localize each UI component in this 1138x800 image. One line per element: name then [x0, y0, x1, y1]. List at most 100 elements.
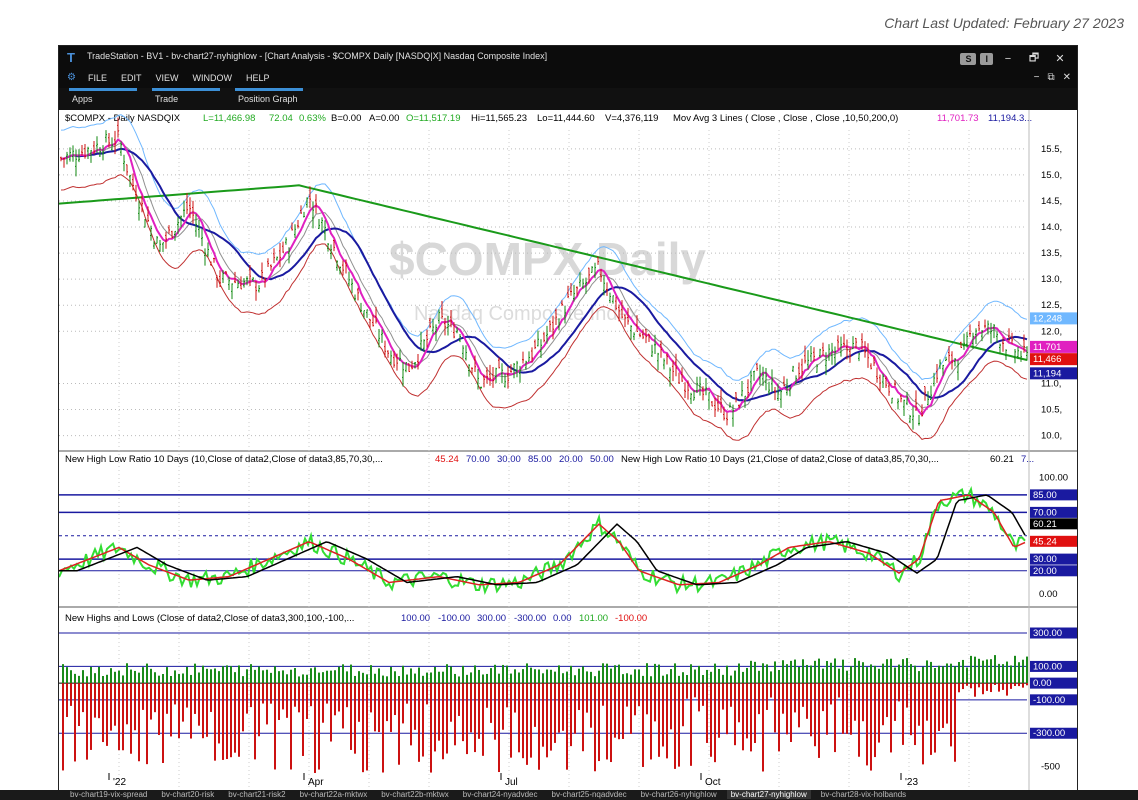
- workspace-tab[interactable]: bv-chart22a-mktwx: [296, 790, 372, 799]
- x-axis-label: '23: [905, 777, 918, 788]
- close-button[interactable]: ✕: [1049, 52, 1071, 65]
- quickbar-trade-label: Trade: [155, 94, 179, 104]
- inner-minimize-button[interactable]: −: [1034, 72, 1040, 83]
- price-tick-label: 11.0,: [1041, 378, 1061, 389]
- nhl-flag-label: -100.00: [1033, 695, 1065, 706]
- price-tick-label: 10.0,: [1041, 431, 1062, 442]
- s-dropdown-button[interactable]: S: [960, 52, 977, 65]
- nhl-ratio-21-title: New High Low Ratio 10 Days (21,Close of …: [621, 454, 939, 465]
- nhl-flag-label: 100.00: [1033, 661, 1062, 672]
- bid: B=0.00: [331, 113, 361, 124]
- chart-menu-icon[interactable]: ⚙: [67, 72, 76, 83]
- nhl-value-4: -300.00: [514, 613, 546, 624]
- chart-last-updated: Chart Last Updated: February 27 2023: [884, 15, 1124, 31]
- workspace-tab[interactable]: bv-chart21-risk2: [224, 790, 289, 799]
- price-tick-label: 15.5,: [1041, 144, 1062, 155]
- nhl-ratio-flag-label: 45.24: [1033, 536, 1057, 547]
- quickbar-apps[interactable]: Apps: [69, 88, 137, 104]
- price-tick-label: 12.5,: [1041, 300, 1062, 311]
- nhl-ratio-flag-label: 70.00: [1033, 507, 1057, 518]
- menu-help[interactable]: HELP: [246, 73, 270, 83]
- nhl-ratio-fast-line: [59, 486, 1026, 596]
- workspace-tab[interactable]: bv-chart28-vix-holbands: [817, 790, 910, 799]
- window-title: TradeStation - BV1 - bv-chart27-nyhighlo…: [87, 51, 548, 61]
- low-price: Lo=11,444.60: [537, 113, 595, 124]
- nhl-ratio-flag-label: 85.00: [1033, 490, 1057, 501]
- price-tick-label: 13.5,: [1041, 248, 1062, 259]
- menu-view[interactable]: VIEW: [156, 73, 179, 83]
- nhl-value-7: -100.00: [615, 613, 647, 624]
- workspace-tab[interactable]: bv-chart25-nqadvdec: [548, 790, 631, 799]
- quickbar-position-graph-label: Position Graph: [238, 94, 298, 104]
- nhl-ratio-21-line: [59, 494, 1026, 586]
- title-bar: T TradeStation - BV1 - bv-chart27-nyhigh…: [59, 46, 1077, 68]
- nhl-ratio-value-8: 7...: [1021, 454, 1034, 465]
- nhl-ratio-value-4: 85.00: [528, 454, 552, 465]
- nhl-ratio-flag-label: 30.00: [1033, 554, 1057, 565]
- inner-restore-button[interactable]: ⧉: [1047, 72, 1054, 83]
- symbol-label: $COMPX - Daily NASDQIX: [65, 113, 181, 124]
- net-change: 72.04: [269, 113, 293, 124]
- price-tick-label: 15.0,: [1041, 170, 1062, 181]
- price-tick-label: 12.0,: [1041, 326, 1062, 337]
- workspace-tab[interactable]: bv-chart20-risk: [157, 790, 218, 799]
- nhl-ratio-flag-label: 60.21: [1033, 519, 1057, 530]
- x-axis-label: Apr: [308, 777, 324, 788]
- menu-file[interactable]: FILE: [88, 73, 107, 83]
- nhl-ratio-value-6: 50.00: [590, 454, 614, 465]
- nhl-ratio-value-2: 70.00: [466, 454, 490, 465]
- nhl-ratio-value-1: 45.24: [435, 454, 459, 465]
- nhl-ratio-tick-label: 100.00: [1039, 472, 1068, 483]
- workspace-tab[interactable]: bv-chart26-nyhighlow: [637, 790, 721, 799]
- nhl-value-6: 101.00: [579, 613, 608, 624]
- x-axis-label: Jul: [505, 777, 518, 788]
- quick-bar: Apps Trade Position Graph: [59, 88, 1077, 110]
- menu-bar: ⚙ FILE EDIT VIEW WINDOW HELP − ⧉ ✕: [59, 68, 1077, 88]
- volume: V=4,376,119: [605, 113, 658, 124]
- nhl-ratio-value-7: 60.21: [990, 454, 1014, 465]
- minimize-button[interactable]: −: [997, 53, 1019, 65]
- nhl-value-1: 100.00: [401, 613, 430, 624]
- nhl-value-5: 0.00: [553, 613, 572, 624]
- workspace-tab[interactable]: bv-chart19-vix-spread: [66, 790, 151, 799]
- chart-area[interactable]: $COMPX Daily Nasdaq Composite Index $COM…: [59, 110, 1077, 800]
- workspace-tab-strip: bv-chart19-vix-spread bv-chart20-risk bv-c…: [0, 790, 1138, 800]
- mov-avg-2-value: 11,194.3...: [988, 113, 1032, 124]
- nhl-title: New Highs and Lows (Close of data2,Close…: [65, 613, 354, 624]
- mov-avg-label: Mov Avg 3 Lines ( Close , Close , Close …: [673, 113, 898, 124]
- price-tick-label: 14.0,: [1041, 222, 1062, 233]
- restore-button[interactable]: 🗗: [1023, 49, 1045, 68]
- mov-avg-1-value: 11,701.73: [937, 113, 979, 124]
- price-tick-label: 14.5,: [1041, 196, 1062, 207]
- tradestation-window: T TradeStation - BV1 - bv-chart27-nyhigh…: [58, 45, 1078, 800]
- ask: A=0.00: [369, 113, 399, 124]
- price-flag-label: 11,466: [1033, 354, 1061, 365]
- nhl-value-2: -100.00: [438, 613, 470, 624]
- nhl-value-3: 300.00: [477, 613, 506, 624]
- menu-window[interactable]: WINDOW: [193, 73, 233, 83]
- window-controls: S I − 🗗 ✕: [960, 49, 1071, 68]
- quickbar-trade[interactable]: Trade: [152, 88, 220, 104]
- percent-change: 0.63%: [299, 113, 326, 124]
- workspace-tab[interactable]: bv-chart22b-mktwx: [377, 790, 453, 799]
- nhl-ratio-10-title: New High Low Ratio 10 Days (10,Close of …: [65, 454, 383, 465]
- chart-watermark: $COMPX Daily: [389, 233, 706, 285]
- quickbar-apps-label: Apps: [72, 94, 93, 104]
- i-dropdown-button[interactable]: I: [980, 52, 993, 65]
- last-price: L=11,466.98: [203, 113, 255, 124]
- nhl-ratio-value-5: 20.00: [559, 454, 583, 465]
- inner-close-button[interactable]: ✕: [1063, 72, 1071, 83]
- quickbar-position-graph[interactable]: Position Graph: [235, 88, 303, 104]
- tradestation-logo-icon: T: [67, 50, 75, 65]
- workspace-tab[interactable]: bv-chart27-nyhighlow: [726, 790, 811, 799]
- chart-canvas[interactable]: $COMPX Daily Nasdaq Composite Index $COM…: [59, 110, 1077, 800]
- nhl-ratio-tick-label: 0.00: [1039, 589, 1058, 600]
- nhl-ratio-10-line: [59, 494, 1026, 586]
- nhl-tick-label: -500: [1041, 762, 1060, 773]
- workspace-tab[interactable]: bv-chart24-nyadvdec: [459, 790, 542, 799]
- high-price: Hi=11,565.23: [471, 113, 527, 124]
- price-tick-label: 13.0,: [1041, 274, 1062, 285]
- price-flag-label: 12,248: [1033, 313, 1062, 324]
- nhl-flag-label: 300.00: [1033, 628, 1062, 639]
- menu-edit[interactable]: EDIT: [121, 73, 142, 83]
